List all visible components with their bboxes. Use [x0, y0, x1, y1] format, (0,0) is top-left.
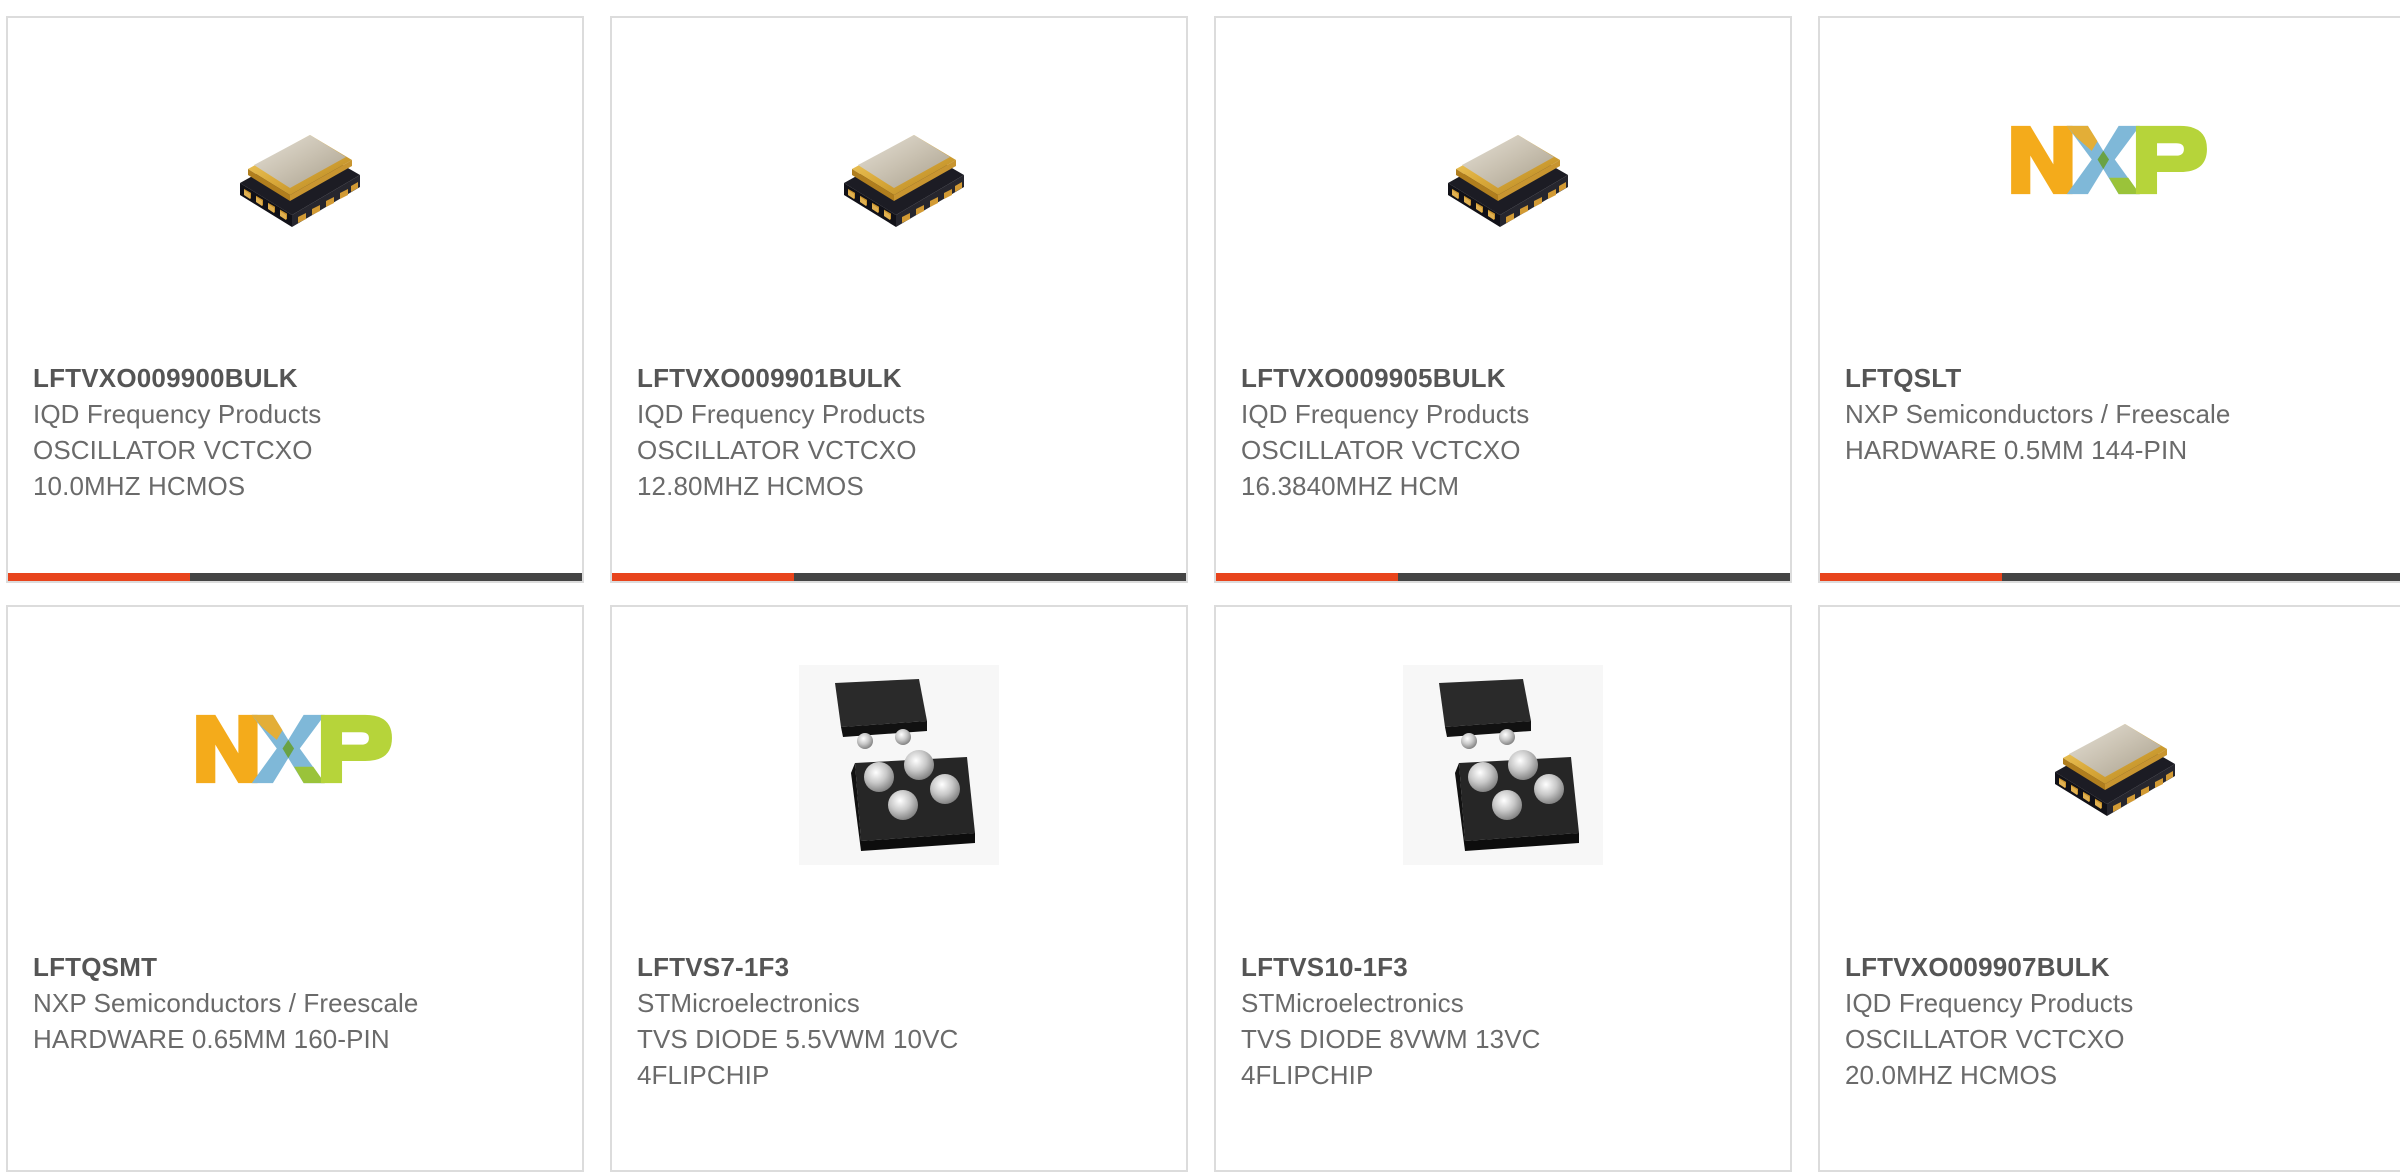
product-image[interactable]	[1216, 78, 1790, 333]
description: OSCILLATOR VCTCXO 12.80MHZ HCMOS	[637, 435, 917, 501]
card-bottom-bar	[612, 573, 1186, 581]
part-number[interactable]: LFTVXO009900BULK	[33, 360, 562, 396]
oscillator-image	[2035, 694, 2185, 824]
product-card[interactable]: LFTVXO009900BULK IQD Frequency Products …	[6, 16, 584, 583]
description: TVS DIODE 8VWM 13VC 4FLIPCHIP	[1241, 1024, 1541, 1090]
description: OSCILLATOR VCTCXO 10.0MHZ HCMOS	[33, 435, 313, 501]
product-card[interactable]: LFTVXO009905BULK IQD Frequency Products …	[1214, 16, 1792, 583]
part-number[interactable]: LFTQSLT	[1845, 360, 2380, 396]
product-card[interactable]: LFTVXO009907BULK IQD Frequency Products …	[1818, 605, 2400, 1172]
manufacturer: NXP Semiconductors / Freescale	[1845, 399, 2231, 429]
part-number[interactable]: LFTVXO009905BULK	[1241, 360, 1770, 396]
part-number[interactable]: LFTQSMT	[33, 949, 562, 985]
product-image[interactable]	[612, 667, 1186, 922]
product-card[interactable]: LFTVS10-1F3 STMicroelectronics TVS DIODE…	[1214, 605, 1792, 1172]
manufacturer: IQD Frequency Products	[33, 399, 322, 429]
product-image[interactable]	[1820, 78, 2400, 333]
product-image[interactable]	[1820, 667, 2400, 922]
nxp-logo	[194, 713, 396, 785]
description: HARDWARE 0.5MM 144-PIN	[1845, 435, 2188, 465]
part-number[interactable]: LFTVS10-1F3	[1241, 949, 1770, 985]
flipchip-image	[799, 665, 999, 865]
product-image[interactable]	[8, 78, 582, 333]
accent-bar	[1216, 573, 1398, 581]
nxp-logo	[2009, 124, 2211, 196]
flipchip-image	[1403, 665, 1603, 865]
part-number[interactable]: LFTVS7-1F3	[637, 949, 1166, 985]
manufacturer: IQD Frequency Products	[637, 399, 926, 429]
product-card[interactable]: LFTQSMT NXP Semiconductors / Freescale H…	[6, 605, 584, 1172]
manufacturer: IQD Frequency Products	[1845, 988, 2134, 1018]
manufacturer: IQD Frequency Products	[1241, 399, 1530, 429]
product-card[interactable]: LFTVXO009901BULK IQD Frequency Products …	[610, 16, 1188, 583]
description: TVS DIODE 5.5VWM 10VC 4FLIPCHIP	[637, 1024, 959, 1090]
description: HARDWARE 0.65MM 160-PIN	[33, 1024, 390, 1054]
oscillator-image	[1428, 105, 1578, 235]
oscillator-image	[824, 105, 974, 235]
part-number[interactable]: LFTVXO009907BULK	[1845, 949, 2380, 985]
manufacturer: STMicroelectronics	[1241, 988, 1464, 1018]
description: OSCILLATOR VCTCXO 20.0MHZ HCMOS	[1845, 1024, 2125, 1090]
card-bottom-bar	[1820, 573, 2400, 581]
accent-bar	[8, 573, 190, 581]
manufacturer: STMicroelectronics	[637, 988, 860, 1018]
oscillator-image	[220, 105, 370, 235]
card-bottom-bar	[8, 573, 582, 581]
description: OSCILLATOR VCTCXO 16.3840MHZ HCM	[1241, 435, 1521, 501]
product-image[interactable]	[1216, 667, 1790, 922]
product-image[interactable]	[612, 78, 1186, 333]
product-image[interactable]	[8, 667, 582, 922]
accent-bar	[612, 573, 794, 581]
manufacturer: NXP Semiconductors / Freescale	[33, 988, 419, 1018]
product-card[interactable]: LFTQSLT NXP Semiconductors / Freescale H…	[1818, 16, 2400, 583]
part-number[interactable]: LFTVXO009901BULK	[637, 360, 1166, 396]
product-card[interactable]: LFTVS7-1F3 STMicroelectronics TVS DIODE …	[610, 605, 1188, 1172]
accent-bar	[1820, 573, 2002, 581]
card-bottom-bar	[1216, 573, 1790, 581]
product-grid: LFTVXO009900BULK IQD Frequency Products …	[0, 0, 2400, 1172]
